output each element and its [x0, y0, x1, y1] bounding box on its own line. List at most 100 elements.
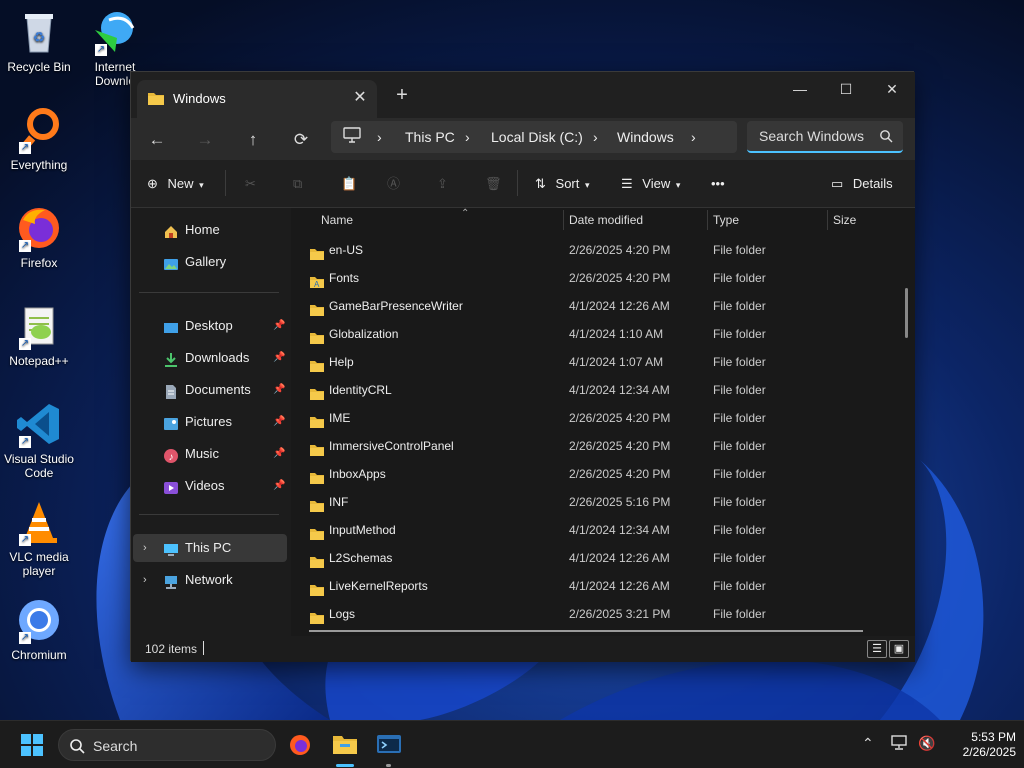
table-row[interactable]: Globalization 4/1/2024 1:10 AM File folder [305, 320, 895, 348]
desktop-icon-vscode[interactable]: ↗ Visual Studio Code [0, 400, 78, 480]
up-button[interactable]: ↑ [239, 126, 267, 154]
shortcut-arrow-icon: ↗ [19, 240, 31, 252]
table-row[interactable]: InboxApps 2/26/2025 4:20 PM File folder [305, 460, 895, 488]
minimize-button[interactable]: — [777, 74, 823, 104]
copy-icon[interactable]: ⧉ [293, 172, 302, 196]
clock-date: 2/26/2025 [962, 745, 1016, 759]
pin-icon[interactable]: 📌 [273, 408, 285, 436]
column-header-size[interactable]: Size [833, 208, 856, 232]
pin-icon[interactable]: 📌 [273, 344, 285, 372]
details-pane-button[interactable]: ▭ Details [831, 172, 893, 196]
pin-icon[interactable]: 📌 [273, 440, 285, 468]
vlc-cone-icon: ↗ [15, 498, 63, 546]
chevron-right-icon[interactable]: › [143, 534, 147, 562]
address-row: ← → ↑ ⟳ › This PC › Local Disk (C:) › Wi… [131, 118, 915, 160]
new-button[interactable]: ⊕ New ▾ [147, 172, 204, 196]
more-options-button[interactable]: ••• [711, 172, 725, 196]
breadcrumb-chevron-icon[interactable]: › [691, 129, 696, 145]
refresh-button[interactable]: ⟳ [287, 126, 315, 154]
new-tab-button[interactable]: + [391, 84, 413, 107]
view-button[interactable]: ☰ View ▾ [621, 172, 680, 196]
tiles-view-button[interactable]: ▣ [889, 640, 909, 658]
column-header-date-modified[interactable]: Date modified [569, 208, 643, 232]
address-bar[interactable]: › This PC › Local Disk (C:) › Windows › [331, 121, 737, 153]
pin-icon[interactable]: 📌 [273, 312, 285, 340]
maximize-button[interactable]: ☐ [823, 74, 869, 104]
cut-icon[interactable]: ✂ [245, 172, 256, 196]
chevron-right-icon[interactable]: › [143, 566, 147, 594]
column-header-type[interactable]: Type [713, 208, 739, 232]
sidebar-item-label: Gallery [185, 254, 227, 269]
table-row[interactable]: L2Schemas 4/1/2024 12:26 AM File folder [305, 544, 895, 572]
taskbar-firefox-icon[interactable] [288, 733, 312, 760]
close-window-button[interactable]: ✕ [869, 74, 915, 104]
desktop-icon-vlc[interactable]: ↗ VLC media player [0, 498, 78, 578]
sidebar-item-music[interactable]: ♪ Music 📌 [133, 440, 287, 468]
search-box[interactable] [747, 121, 903, 153]
details-view-button[interactable]: ☰ [867, 640, 887, 658]
pin-icon[interactable]: 📌 [273, 376, 285, 404]
sidebar-item-home[interactable]: Home [133, 216, 287, 244]
share-icon[interactable]: ⇪ [437, 172, 448, 196]
table-row[interactable]: LiveKernelReports 4/1/2024 12:26 AM File f… [305, 572, 895, 600]
desktop-icon-chromium[interactable]: ↗ Chromium [0, 596, 78, 662]
back-button[interactable]: ← [143, 126, 171, 154]
column-header-name[interactable]: Name ⌃ [321, 208, 469, 232]
taskbar-terminal-icon[interactable] [376, 733, 402, 760]
table-row[interactable]: A Fonts 2/26/2025 4:20 PM File folder [305, 264, 895, 292]
desktop-icon-firefox[interactable]: ↗ Firefox [0, 204, 78, 270]
desktop-icon-recycle-bin[interactable]: ♻ Recycle Bin [0, 8, 78, 74]
table-row[interactable]: InputMethod 4/1/2024 12:34 AM File folder [305, 516, 895, 544]
sidebar-item-pictures[interactable]: Pictures 📌 [133, 408, 287, 436]
breadcrumb-windows[interactable]: Windows [617, 129, 674, 145]
table-row[interactable]: ImmersiveControlPanel 2/26/2025 4:20 PM Fi… [305, 432, 895, 460]
table-row[interactable]: Logs 2/26/2025 3:21 PM File folder [305, 600, 895, 628]
shortcut-arrow-icon: ↗ [19, 338, 31, 350]
horizontal-scrollbar[interactable] [309, 630, 863, 632]
start-windows-icon[interactable] [20, 733, 44, 760]
file-date-modified: 2/26/2025 4:20 PM [569, 411, 671, 425]
sidebar-item-this-pc[interactable]: › This PC [133, 534, 287, 562]
desktop-icon-everything[interactable]: ↗ Everything [0, 106, 78, 172]
table-row[interactable]: IME 2/26/2025 4:20 PM File folder [305, 404, 895, 432]
file-name: GameBarPresenceWriter [329, 299, 463, 313]
sidebar-item-videos[interactable]: Videos 📌 [133, 472, 287, 500]
network-status-icon[interactable] [890, 735, 908, 754]
sidebar-item-documents[interactable]: Documents 📌 [133, 376, 287, 404]
table-row[interactable]: GameBarPresenceWriter 4/1/2024 12:26 AM Fi… [305, 292, 895, 320]
breadcrumb-this-pc[interactable]: This PC [405, 129, 455, 145]
tab-close-button[interactable]: ✕ [349, 87, 371, 109]
delete-icon[interactable]: 🗑 [485, 172, 502, 196]
desktop-folder-icon [163, 318, 179, 334]
paste-icon[interactable]: 📋 [341, 172, 357, 196]
desktop-icon-label: Everything [10, 158, 68, 172]
tab-windows[interactable]: Windows ✕ [137, 80, 377, 118]
sidebar-item-desktop[interactable]: Desktop 📌 [133, 312, 287, 340]
forward-button[interactable]: → [191, 126, 219, 154]
taskbar-search-box[interactable]: Search [58, 729, 276, 761]
sidebar-item-gallery[interactable]: Gallery [133, 248, 287, 276]
pin-icon[interactable]: 📌 [273, 472, 285, 500]
breadcrumb-local-disk[interactable]: Local Disk (C:) [491, 129, 583, 145]
table-row[interactable]: IdentityCRL 4/1/2024 12:34 AM File folder [305, 376, 895, 404]
taskbar-file-explorer-icon[interactable] [332, 731, 358, 760]
table-row[interactable]: Help 4/1/2024 1:07 AM File folder [305, 348, 895, 376]
sidebar-item-network[interactable]: › Network [133, 566, 287, 594]
taskbar-clock[interactable]: 5:53 PM 2/26/2025 [930, 730, 1016, 760]
file-type: File folder [713, 299, 766, 313]
file-name: IdentityCRL [329, 383, 392, 397]
sidebar-item-downloads[interactable]: Downloads 📌 [133, 344, 287, 372]
download-arrow-icon [163, 350, 179, 367]
desktop-icon-notepad-plus-plus[interactable]: ↗ Notepad++ [0, 302, 78, 368]
tray-chevron-up-icon[interactable]: ⌃ [862, 735, 874, 752]
search-icon[interactable] [879, 129, 893, 146]
vertical-scrollbar[interactable] [905, 288, 908, 338]
sort-button[interactable]: ⇅ Sort ▾ [535, 172, 590, 196]
file-type: File folder [713, 411, 766, 425]
rename-icon[interactable]: Ⓐ [387, 172, 400, 196]
table-row[interactable]: en-US 2/26/2025 4:20 PM File folder [305, 236, 895, 264]
title-bar[interactable]: Windows ✕ + — ☐ ✕ [131, 72, 915, 118]
table-row[interactable]: INF 2/26/2025 5:16 PM File folder [305, 488, 895, 516]
search-input[interactable] [747, 121, 873, 151]
sidebar-item-label: This PC [185, 540, 232, 555]
